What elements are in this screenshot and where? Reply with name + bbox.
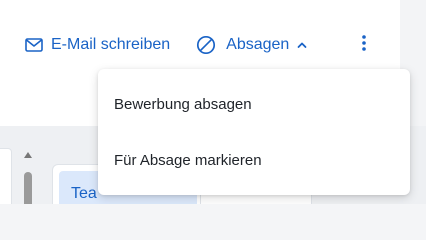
column-chip-label: Tea	[71, 185, 97, 202]
email-button-label: E-Mail schreiben	[51, 36, 171, 53]
mail-icon	[25, 38, 43, 52]
scrollbar-thumb[interactable]	[24, 172, 32, 204]
chevron-up-icon	[297, 41, 307, 49]
ban-icon	[196, 35, 216, 55]
more-vertical-icon	[362, 34, 366, 56]
app-root: Tea E-Mail schreiben Absagen Bewerbung a…	[0, 0, 426, 204]
absagen-button-label: Absagen	[226, 36, 290, 53]
action-toolbar: E-Mail schreiben Absagen	[25, 33, 307, 57]
more-options-button[interactable]	[354, 33, 374, 57]
absagen-dropdown-menu: Bewerbung absagen Für Absage markieren	[98, 69, 410, 195]
board-column-left	[0, 148, 12, 204]
email-button[interactable]: E-Mail schreiben	[25, 36, 170, 54]
menu-item-label: Für Absage markieren	[114, 151, 262, 169]
menu-item-label: Bewerbung absagen	[114, 95, 252, 113]
menu-item-fuer-absage-markieren[interactable]: Für Absage markieren	[98, 132, 410, 188]
scroll-up-arrow-icon[interactable]	[24, 152, 32, 158]
menu-item-bewerbung-absagen[interactable]: Bewerbung absagen	[98, 76, 410, 132]
vertical-scrollbar[interactable]	[22, 152, 34, 204]
absagen-button[interactable]: Absagen	[196, 35, 307, 55]
